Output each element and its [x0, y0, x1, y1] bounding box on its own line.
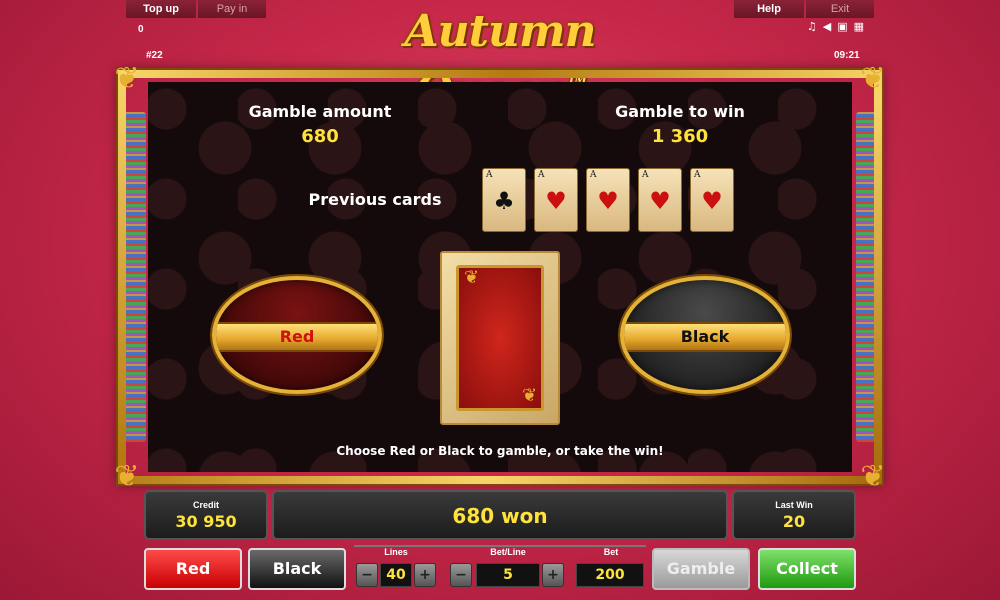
gamble-amount-value: 680: [301, 126, 339, 147]
lines-label: Lines: [384, 547, 408, 557]
balance-small: 0: [138, 24, 144, 35]
lines-decrease-button[interactable]: −: [356, 563, 378, 587]
previous-cards-label: Previous cards: [308, 190, 442, 209]
gamble-button[interactable]: Gamble: [652, 548, 750, 590]
credit-panel: Credit 30 950: [144, 490, 268, 540]
corner-leaf-icon: ❦: [114, 61, 140, 96]
gamble-amount-label: Gamble amount: [248, 102, 392, 121]
red-choice-label: Red: [216, 322, 378, 352]
speaker-icon[interactable]: ◀: [823, 20, 831, 33]
gamble-to-win-value: 1 360: [651, 126, 709, 147]
gamble-hint: Choose Red or Black to gamble, or take t…: [336, 444, 664, 458]
credit-value: 30 950: [175, 512, 237, 531]
music-icon[interactable]: ♫: [807, 20, 817, 33]
red-button[interactable]: Red: [144, 548, 242, 590]
fullscreen-icon[interactable]: ▣: [837, 20, 847, 33]
leaf-icon: ❦: [522, 385, 538, 406]
game-logo: Autumn QueenTM: [330, 2, 670, 117]
previous-card: A ♥: [690, 168, 734, 232]
betline-decrease-button[interactable]: −: [450, 563, 472, 587]
betline-increase-button[interactable]: +: [542, 563, 564, 587]
card-rank: A: [590, 170, 597, 180]
status-text: 680 won: [452, 504, 548, 528]
clock: 09:21: [834, 50, 860, 61]
bet-value: 200: [576, 563, 644, 587]
bet-label: Bet: [603, 547, 619, 557]
black-choice-label: Black: [624, 322, 786, 352]
exit-button[interactable]: Exit: [806, 0, 874, 18]
round-id: #22: [146, 50, 163, 61]
previous-card: A ♥: [586, 168, 630, 232]
betline-value: 5: [476, 563, 540, 587]
toolbar-icons: ♫ ◀ ▣ ▦: [807, 20, 864, 33]
face-down-card: ❦ ❦: [440, 251, 560, 425]
status-panel: 680 won: [272, 490, 728, 540]
red-choice-button[interactable]: Red: [212, 276, 382, 394]
previous-card: A ♥: [638, 168, 682, 232]
leaf-icon: ❦: [464, 267, 480, 288]
lines-increase-button[interactable]: +: [414, 563, 436, 587]
heart-icon: ♥: [597, 187, 619, 215]
card-rank: A: [694, 170, 701, 180]
last-win-value: 20: [782, 512, 806, 531]
previous-card: A ♣: [482, 168, 526, 232]
last-win-label: Last Win: [775, 500, 813, 510]
settings-icon[interactable]: ▦: [854, 20, 864, 33]
credit-label: Credit: [192, 500, 219, 510]
previous-card: A ♥: [534, 168, 578, 232]
topup-button[interactable]: Top up: [126, 0, 196, 18]
card-rank: A: [538, 170, 545, 180]
heart-icon: ♥: [649, 187, 671, 215]
corner-leaf-icon: ❦: [114, 459, 140, 494]
corner-leaf-icon: ❦: [860, 61, 886, 96]
help-button[interactable]: Help: [734, 0, 804, 18]
gamble-to-win-label: Gamble to win: [615, 102, 745, 121]
heart-icon: ♥: [545, 187, 567, 215]
corner-leaf-icon: ❦: [860, 459, 886, 494]
black-button[interactable]: Black: [248, 548, 346, 590]
club-icon: ♣: [493, 187, 515, 215]
betline-label: Bet/Line: [490, 547, 526, 557]
lines-value: 40: [380, 563, 412, 587]
collect-button[interactable]: Collect: [758, 548, 856, 590]
card-rank: A: [486, 170, 493, 180]
card-rank: A: [642, 170, 649, 180]
heart-icon: ♥: [701, 187, 723, 215]
black-choice-button[interactable]: Black: [620, 276, 790, 394]
payin-button[interactable]: Pay in: [198, 0, 266, 18]
last-win-panel: Last Win 20: [732, 490, 856, 540]
